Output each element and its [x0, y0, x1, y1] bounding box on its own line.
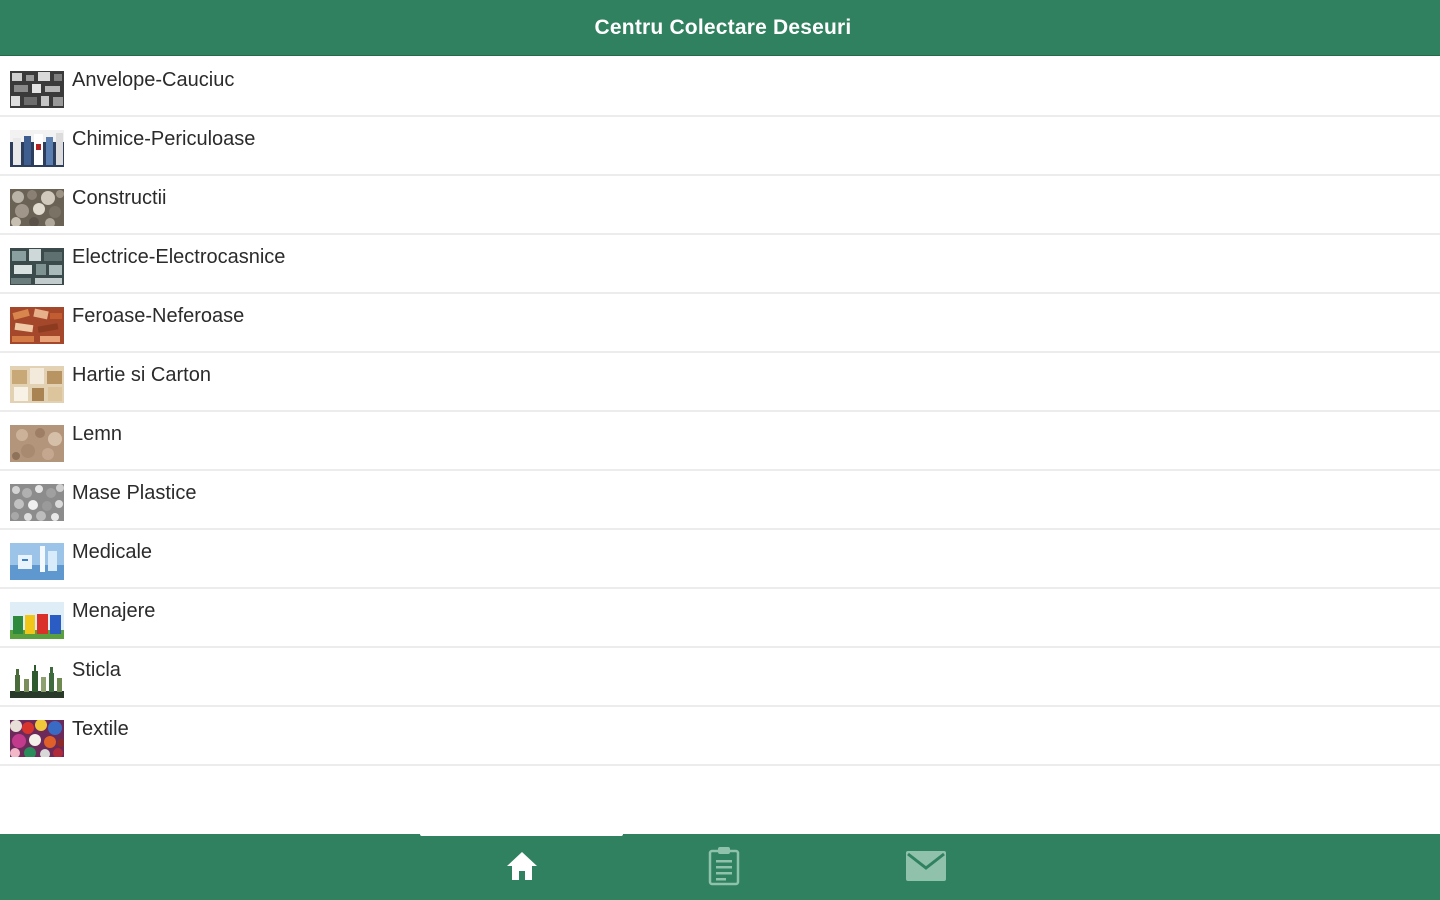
list-item-sticla[interactable]: Sticla — [0, 648, 1440, 707]
paper-cardboard-photo-icon — [10, 366, 64, 403]
medical-photo-icon — [10, 543, 64, 580]
glass-bottles-photo-icon — [10, 661, 64, 698]
chemicals-photo-icon — [10, 130, 64, 167]
mail-icon — [905, 850, 947, 887]
tab-list[interactable] — [694, 844, 754, 892]
list-item-label: Sticla — [72, 659, 121, 681]
list-item-label: Hartie si Carton — [72, 364, 211, 386]
list-item-feroase-neferoase[interactable]: Feroase-Neferoase — [0, 294, 1440, 353]
app-window: Centru Colectare Deseuri Anvelope-Cauciu… — [0, 0, 1440, 900]
list-item-label: Menajere — [72, 600, 156, 622]
list-item-anvelope-cauciuc[interactable]: Anvelope-Cauciuc — [0, 58, 1440, 117]
list-item-label: Feroase-Neferoase — [72, 305, 245, 327]
category-list: Anvelope-Cauciuc Chimice-Periculoase Con… — [0, 58, 1440, 766]
home-icon — [504, 848, 540, 889]
list-item-label: Electrice-Electrocasnice — [72, 246, 286, 268]
list-item-label: Chimice-Periculoase — [72, 128, 256, 150]
list-item-textile[interactable]: Textile — [0, 707, 1440, 766]
wood-photo-icon — [10, 425, 64, 462]
tab-home[interactable] — [492, 844, 552, 892]
construction-debris-photo-icon — [10, 189, 64, 226]
list-item-label: Mase Plastice — [72, 482, 197, 504]
list-item-label: Anvelope-Cauciuc — [72, 69, 235, 91]
tab-contact[interactable] — [896, 844, 956, 892]
list-item-constructii[interactable]: Constructii — [0, 176, 1440, 235]
household-bins-photo-icon — [10, 602, 64, 639]
list-item-chimice-periculoase[interactable]: Chimice-Periculoase — [0, 117, 1440, 176]
list-item-label: Lemn — [72, 423, 123, 445]
plastics-photo-icon — [10, 484, 64, 521]
navigation-bar: Centru Colectare Deseuri — [0, 0, 1440, 56]
tires-photo-icon — [10, 71, 64, 108]
list-item-label: Constructii — [72, 187, 167, 209]
list-item-hartie-si-carton[interactable]: Hartie si Carton — [0, 353, 1440, 412]
metal-scrap-photo-icon — [10, 307, 64, 344]
list-item-menajere[interactable]: Menajere — [0, 589, 1440, 648]
textiles-photo-icon — [10, 720, 64, 757]
active-tab-indicator — [420, 832, 623, 836]
tab-bar — [0, 832, 1440, 900]
list-item-label: Textile — [72, 718, 129, 740]
list-item-label: Medicale — [72, 541, 153, 563]
list-item-electrice-electrocasnice[interactable]: Electrice-Electrocasnice — [0, 235, 1440, 294]
page-title: Centru Colectare Deseuri — [594, 15, 852, 39]
list-item-medicale[interactable]: Medicale — [0, 530, 1440, 589]
list-item-lemn[interactable]: Lemn — [0, 412, 1440, 471]
clipboard-icon — [706, 846, 742, 891]
list-item-mase-plastice[interactable]: Mase Plastice — [0, 471, 1440, 530]
electronics-photo-icon — [10, 248, 64, 285]
